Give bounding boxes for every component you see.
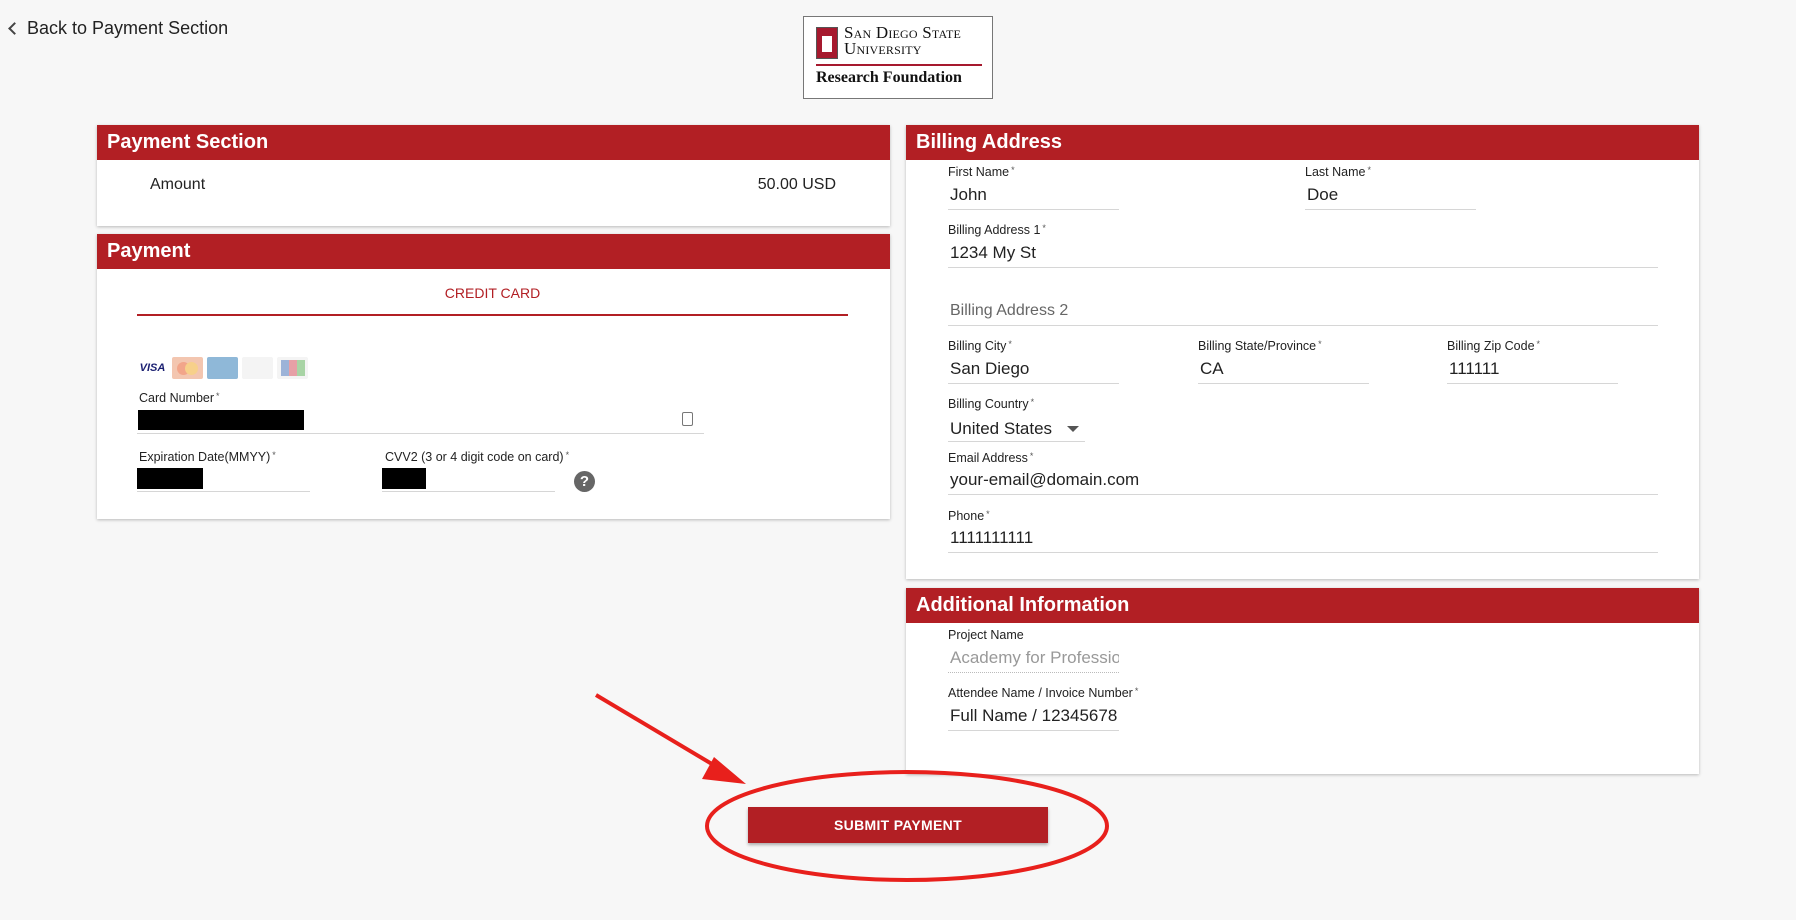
city-label: Billing City *: [948, 339, 1012, 353]
email-label: Email Address *: [948, 451, 1034, 465]
zip-field[interactable]: 111111: [1447, 359, 1618, 384]
cvv-redacted: [382, 468, 426, 489]
cvv-input[interactable]: [382, 466, 555, 492]
payment-title: Payment: [97, 234, 890, 269]
payment-section-card: Payment Section Amount 50.00 USD: [97, 125, 890, 226]
sdsu-logo: San Diego State University Research Foun…: [803, 16, 993, 99]
billing-address-card: Billing Address First Name * John Last Na…: [906, 125, 1699, 579]
back-to-payment-link[interactable]: Back to Payment Section: [6, 18, 228, 39]
dropdown-arrow-icon: [1067, 426, 1079, 432]
phone-field[interactable]: 1111111111: [948, 528, 1658, 553]
tab-credit-card[interactable]: CREDIT CARD: [137, 284, 848, 316]
last-name-label: Last Name *: [1305, 165, 1371, 179]
address2-field[interactable]: Billing Address 2: [948, 302, 1658, 326]
address1-field[interactable]: 1234 My St: [948, 243, 1658, 268]
address1-label: Billing Address 1 *: [948, 223, 1046, 237]
chevron-left-icon: [8, 22, 21, 35]
attendee-field[interactable]: Full Name / 12345678: [948, 706, 1119, 731]
discover-icon: [242, 357, 273, 379]
payment-card: Payment CREDIT CARD VISA Card Number * Ex…: [97, 234, 890, 519]
jcb-icon: [277, 357, 308, 379]
expiration-redacted: [137, 468, 203, 489]
amount-label: Amount: [150, 176, 206, 193]
project-name-label: Project Name: [948, 628, 1024, 642]
card-autofill-icon[interactable]: [682, 412, 693, 426]
cvv-help-icon[interactable]: ?: [574, 471, 595, 492]
annotation-arrow-line: [594, 693, 724, 772]
logo-line3: Research Foundation: [816, 69, 962, 86]
additional-title: Additional Information: [906, 588, 1699, 623]
phone-label: Phone *: [948, 509, 990, 523]
zip-label: Billing Zip Code *: [1447, 339, 1541, 353]
crest-icon: [816, 27, 838, 59]
country-selected: United States: [950, 419, 1053, 438]
back-link-label: Back to Payment Section: [27, 18, 229, 38]
first-name-field[interactable]: John: [948, 185, 1119, 210]
logo-divider: [816, 64, 982, 66]
card-number-label: Card Number *: [139, 391, 220, 405]
card-brand-logos: VISA: [137, 357, 308, 379]
submit-payment-button[interactable]: SUBMIT PAYMENT: [748, 807, 1048, 843]
card-number-input[interactable]: [137, 408, 704, 434]
expiration-input[interactable]: [137, 466, 310, 492]
last-name-field[interactable]: Doe: [1305, 185, 1476, 210]
amount-value: 50.00 USD: [757, 176, 836, 193]
country-select[interactable]: United States: [948, 417, 1085, 442]
attendee-label: Attendee Name / Invoice Number *: [948, 686, 1139, 700]
cvv-label: CVV2 (3 or 4 digit code on card) *: [385, 450, 570, 464]
project-name-field: Academy for Professior: [948, 648, 1119, 673]
payment-section-title: Payment Section: [97, 125, 890, 160]
annotation-arrow-head-icon: [702, 757, 746, 784]
logo-line2: University: [844, 39, 922, 58]
tab-credit-card-label: CREDIT CARD: [444, 285, 541, 301]
state-field[interactable]: CA: [1198, 359, 1369, 384]
expiration-label: Expiration Date(MMYY) *: [139, 450, 276, 464]
additional-info-card: Additional Information Project Name Acad…: [906, 588, 1699, 774]
first-name-label: First Name *: [948, 165, 1015, 179]
country-label: Billing Country *: [948, 397, 1035, 411]
email-field[interactable]: your-email@domain.com: [948, 470, 1658, 495]
amex-icon: [207, 357, 238, 379]
visa-icon: VISA: [139, 362, 166, 374]
billing-title: Billing Address: [906, 125, 1699, 160]
card-number-redacted: [138, 410, 304, 430]
mastercard-icon: [172, 357, 203, 379]
city-field[interactable]: San Diego: [948, 359, 1119, 384]
state-label: Billing State/Province *: [1198, 339, 1322, 353]
